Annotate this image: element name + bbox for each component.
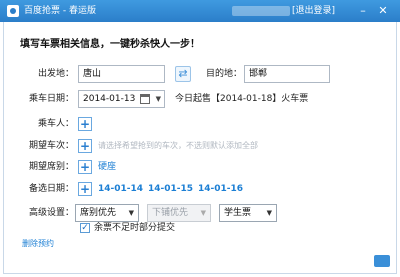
user-name-redacted [232,6,290,16]
passenger-label: 乘车人： [37,119,74,129]
chevron-down-icon: ▼ [128,209,134,217]
backup-date-1[interactable]: 14-01-14 [98,183,143,195]
page-heading: 填写车票相关信息，一键秒杀快人一步！ [20,39,200,50]
priority-select[interactable]: 席别优先 ▼ [75,204,139,222]
swap-icon[interactable]: ⇄ [175,66,191,82]
to-label: 目的地： [205,69,242,79]
add-train-button[interactable]: + [78,139,92,153]
train-hint: 请选择希望抢到的车次，不选则默认添加全部 [98,141,258,150]
today-sale-hint: 今日起售【2014-01-18】火车票 [175,94,309,104]
logout-link[interactable]: [退出登录] [292,5,335,17]
berth-select[interactable]: 下铺优先 ▼ [147,204,211,222]
add-passenger-button[interactable]: + [78,117,92,131]
from-label: 出发地： [37,69,74,79]
advanced-label: 高级设置： [28,208,74,218]
ticket-type-value: 学生票 [224,208,252,218]
chevron-down-icon: ▼ [200,209,206,217]
add-seat-button[interactable]: + [78,160,92,174]
booking-form: 填写车票相关信息，一键秒杀快人一步！ 出发地： 唐山 ⇄ 目的地： 邯郸 乘车日… [3,22,397,274]
date-label: 乘车日期： [28,94,74,104]
chevron-down-icon: ▼ [266,209,272,217]
ticket-type-select[interactable]: 学生票 ▼ [219,204,277,222]
partial-submit-label: 余票不足时部分提交 [94,223,176,233]
window-title: 百度抢票 - 春运版 [24,6,96,16]
backup-date-label: 备选日期： [28,184,74,194]
delete-reservation-link[interactable]: 删除预约 [22,238,54,250]
calendar-icon[interactable] [140,94,150,104]
berth-select-value: 下铺优先 [152,208,189,218]
date-value: 2014-01-13 [83,94,136,104]
brand-corner-icon [374,255,390,267]
priority-select-value: 席别优先 [80,208,117,218]
title-bar: 百度抢票 - 春运版 [退出登录] – ✕ [0,0,400,22]
seat-label: 期望席别： [28,162,74,172]
from-input[interactable]: 唐山 [78,65,165,83]
minimize-button[interactable]: – [356,3,370,19]
seat-tag[interactable]: 硬座 [98,161,116,173]
backup-date-2[interactable]: 14-01-15 [148,183,193,195]
add-backup-date-button[interactable]: + [78,182,92,196]
to-input[interactable]: 邯郸 [244,65,330,83]
partial-submit-checkbox[interactable]: ✓ [80,223,90,233]
close-button[interactable]: ✕ [376,3,390,19]
train-label: 期望车次： [28,141,74,151]
date-input[interactable]: 2014-01-13 ▼ [78,90,165,108]
app-logo-icon [7,5,19,17]
chevron-down-icon[interactable]: ▼ [156,93,161,105]
backup-date-3[interactable]: 14-01-16 [198,183,243,195]
